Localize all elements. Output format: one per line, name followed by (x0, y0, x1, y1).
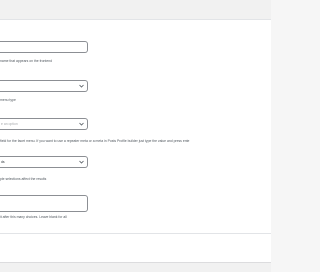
label-help-text: name that appears on the frontend (0, 59, 53, 63)
source-select[interactable]: e an option (0, 118, 88, 130)
logic-select[interactable]: ds (0, 156, 88, 168)
limit-textarea[interactable] (0, 195, 88, 212)
menu-type-select[interactable] (0, 80, 88, 92)
menu-type-label: menu type (0, 98, 16, 102)
label-input[interactable] (0, 41, 88, 53)
top-bar (0, 0, 271, 20)
section-divider (0, 233, 271, 234)
chevron-down-icon (78, 159, 84, 165)
settings-panel: name that appears on the frontend menu t… (0, 0, 271, 272)
source-select-placeholder: e an option (1, 122, 18, 126)
chevron-down-icon (78, 121, 84, 127)
source-help-text: field for the facet menu. If you want to… (0, 139, 190, 143)
chevron-down-icon (78, 83, 84, 89)
logic-help-text: ple selections affect the results (0, 177, 47, 181)
limit-help-text: it after this many choices. Leave blank … (0, 215, 67, 219)
logic-select-value: ds (1, 160, 5, 164)
